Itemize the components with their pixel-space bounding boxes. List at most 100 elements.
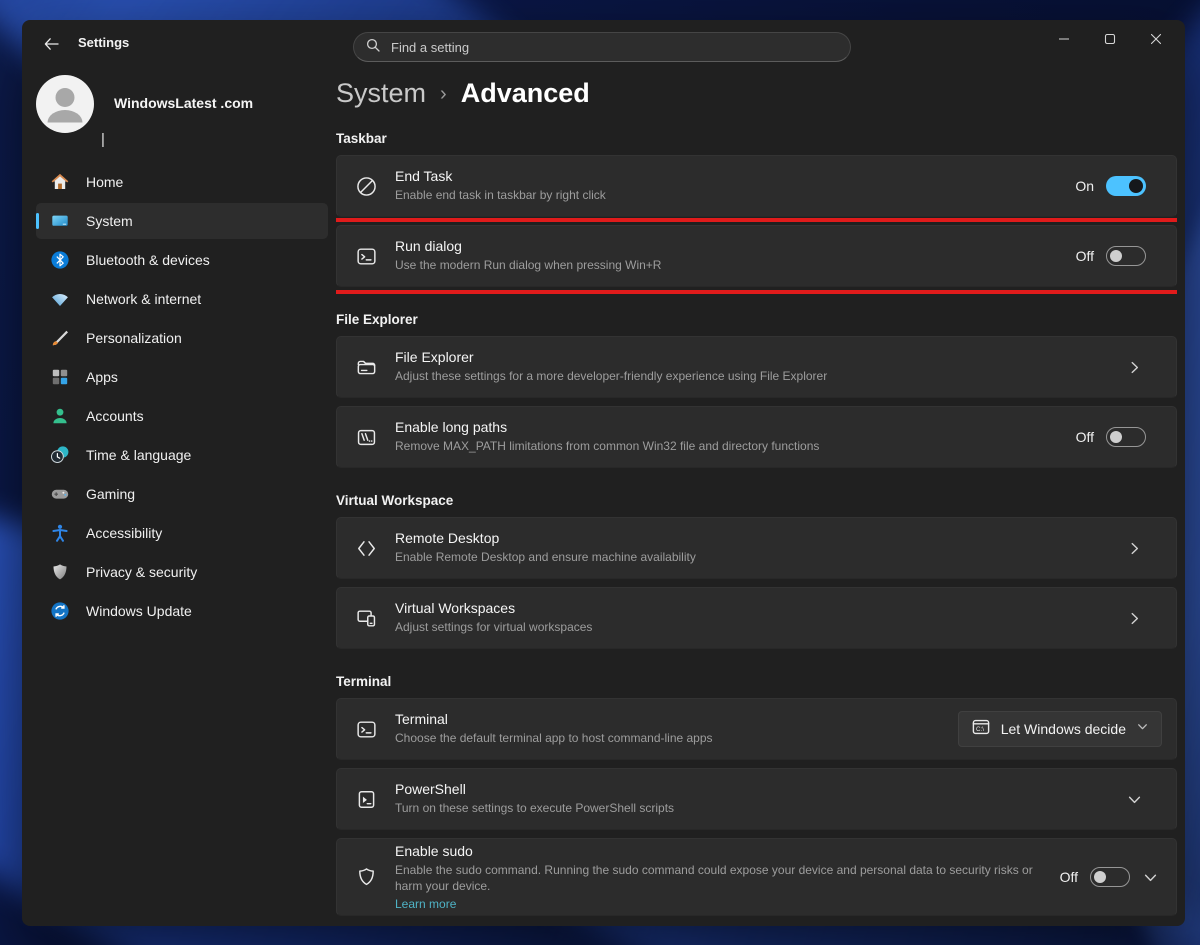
chevron-right-icon[interactable] <box>1126 359 1143 376</box>
chevron-down-icon[interactable] <box>1142 869 1159 886</box>
user-block[interactable]: WindowsLatest .com | <box>22 68 336 164</box>
search-input[interactable] <box>389 39 838 56</box>
settings-row-virtual-workspaces[interactable]: Virtual WorkspacesAdjust settings for vi… <box>336 587 1177 649</box>
breadcrumb-system[interactable]: System <box>336 78 426 109</box>
close-icon <box>1150 32 1162 50</box>
run-dialog-icon <box>354 244 378 268</box>
long-paths-icon <box>354 425 378 449</box>
search-icon <box>366 38 380 57</box>
settings-row-end-task[interactable]: End Task Enable end task in taskbar by ri… <box>336 155 1177 217</box>
toggle-switch[interactable] <box>1106 176 1146 196</box>
row-texts: Enable sudoEnable the sudo command. Runn… <box>395 843 1060 911</box>
row-texts: File ExplorerAdjust these settings for a… <box>395 349 827 384</box>
sidebar-item-accounts[interactable]: Accounts <box>36 398 328 434</box>
sidebar-item-label: Bluetooth & devices <box>86 252 210 268</box>
maximize-button[interactable] <box>1087 20 1133 62</box>
settings-row-enable-sudo[interactable]: Enable sudoEnable the sudo command. Runn… <box>336 838 1177 916</box>
row-subtitle: Choose the default terminal app to host … <box>395 730 713 746</box>
section-rows: File ExplorerAdjust these settings for a… <box>336 336 1177 468</box>
windows-update-icon <box>50 601 70 621</box>
breadcrumb: System › Advanced <box>336 78 1177 109</box>
sidebar-item-label: Network & internet <box>86 291 201 307</box>
gaming-icon <box>50 484 70 504</box>
row-subtitle: Remove MAX_PATH limitations from common … <box>395 438 819 454</box>
dropdown-chevron-icon <box>1136 720 1149 738</box>
apps-icon <box>50 367 70 387</box>
row-texts: Virtual WorkspacesAdjust settings for vi… <box>395 600 592 635</box>
end-task-icon <box>354 174 378 198</box>
row-title: Remote Desktop <box>395 530 696 546</box>
back-button[interactable] <box>36 30 66 58</box>
sidebar-item-privacy-security[interactable]: Privacy & security <box>36 554 328 590</box>
row-texts: Remote DesktopEnable Remote Desktop and … <box>395 530 696 565</box>
sidebar-item-label: Accessibility <box>86 525 162 541</box>
sidebar-item-time-language[interactable]: Time & language <box>36 437 328 473</box>
close-button[interactable] <box>1133 20 1179 62</box>
sidebar-item-network-internet[interactable]: Network & internet <box>36 281 328 317</box>
learn-more-link[interactable]: Learn more <box>395 897 456 911</box>
settings-row-terminal[interactable]: TerminalChoose the default terminal app … <box>336 698 1177 760</box>
section-rows: Remote DesktopEnable Remote Desktop and … <box>336 517 1177 649</box>
row-controls <box>1126 610 1176 627</box>
row-title: Virtual Workspaces <box>395 600 592 616</box>
breadcrumb-separator-icon: › <box>440 83 447 106</box>
row-controls <box>1126 540 1176 557</box>
toggle-state-label: Off <box>1060 869 1078 885</box>
row-controls: C:\Let Windows decide <box>958 711 1176 747</box>
page-title: Advanced <box>461 78 590 109</box>
personalization-icon <box>50 328 70 348</box>
sudo-shield-icon <box>354 865 378 889</box>
row-subtitle: Enable end task in taskbar by right clic… <box>395 187 606 203</box>
accounts-icon <box>50 406 70 426</box>
settings-window: Settings WindowsLatest .com | HomeSystem… <box>22 20 1185 926</box>
main-content: System › Advanced Taskbar End Task Enable … <box>336 68 1177 926</box>
section-title-virtual-workspace: Virtual Workspace <box>336 493 1177 508</box>
sidebar-item-label: Accounts <box>86 408 144 424</box>
terminal-default-dropdown[interactable]: C:\Let Windows decide <box>958 711 1162 747</box>
file-explorer-icon <box>354 355 378 379</box>
sidebar-item-label: Windows Update <box>86 603 192 619</box>
row-texts: Enable long pathsRemove MAX_PATH limitat… <box>395 419 819 454</box>
row-title: Run dialog <box>395 238 661 254</box>
settings-row-powershell[interactable]: PowerShellTurn on these settings to exec… <box>336 768 1177 830</box>
chevron-right-icon[interactable] <box>1126 610 1143 627</box>
row-texts: End Task Enable end task in taskbar by ri… <box>395 168 606 203</box>
toggle-switch[interactable] <box>1090 867 1130 887</box>
settings-row-remote-desktop[interactable]: Remote DesktopEnable Remote Desktop and … <box>336 517 1177 579</box>
row-controls: Off <box>1076 246 1176 266</box>
sidebar-item-system[interactable]: System <box>36 203 328 239</box>
time-language-icon <box>50 445 70 465</box>
toggle-switch[interactable] <box>1106 246 1146 266</box>
sidebar-item-bluetooth-devices[interactable]: Bluetooth & devices <box>36 242 328 278</box>
sidebar-item-home[interactable]: Home <box>36 164 328 200</box>
settings-row-file-explorer[interactable]: File ExplorerAdjust these settings for a… <box>336 336 1177 398</box>
sidebar-item-label: Home <box>86 174 123 190</box>
sidebar-item-label: Gaming <box>86 486 135 502</box>
chevron-right-icon[interactable] <box>1126 540 1143 557</box>
terminal-icon <box>354 717 378 741</box>
toggle-thumb <box>1094 871 1106 883</box>
minimize-button[interactable] <box>1041 20 1087 62</box>
sidebar-item-personalization[interactable]: Personalization <box>36 320 328 356</box>
row-texts: Run dialogUse the modern Run dialog when… <box>395 238 661 273</box>
section-title-taskbar: Taskbar <box>336 131 1177 146</box>
section-title-file-explorer: File Explorer <box>336 312 1177 327</box>
sidebar-item-apps[interactable]: Apps <box>36 359 328 395</box>
sidebar-item-windows-update[interactable]: Windows Update <box>36 593 328 629</box>
bluetooth-icon <box>50 250 70 270</box>
remote-desktop-icon <box>354 536 378 560</box>
section-title-terminal: Terminal <box>336 674 1177 689</box>
row-title: End Task <box>395 168 606 184</box>
sidebar-item-gaming[interactable]: Gaming <box>36 476 328 512</box>
settings-row-run-dialog[interactable]: Run dialogUse the modern Run dialog when… <box>336 225 1177 287</box>
sidebar-nav: Home System Bluetooth & devices Network & i… <box>36 164 328 632</box>
chevron-down-icon[interactable] <box>1126 791 1143 808</box>
minimize-icon <box>1058 32 1070 50</box>
toggle-switch[interactable] <box>1106 427 1146 447</box>
maximize-icon <box>1104 32 1116 50</box>
row-controls: Off <box>1076 427 1176 447</box>
row-texts: PowerShellTurn on these settings to exec… <box>395 781 674 816</box>
sidebar-item-accessibility[interactable]: Accessibility <box>36 515 328 551</box>
privacy-icon <box>50 562 70 582</box>
settings-row-enable-long-paths[interactable]: Enable long pathsRemove MAX_PATH limitat… <box>336 406 1177 468</box>
